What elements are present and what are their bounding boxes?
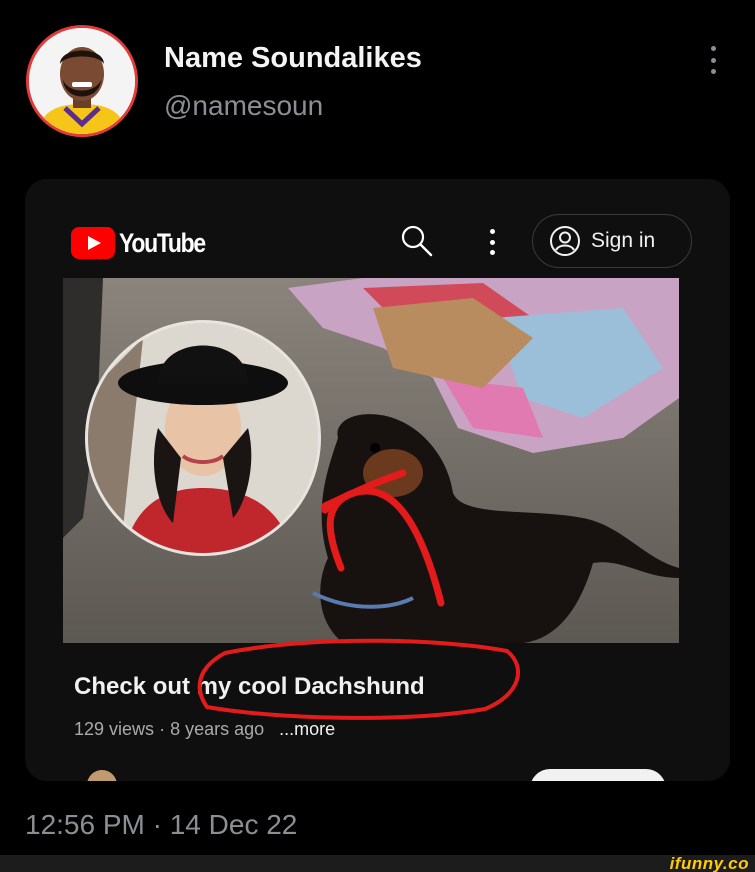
youtube-play-icon: [71, 227, 115, 259]
video-metadata: 129 views · 8 years ago ...more: [74, 719, 335, 740]
meta-separator: ·: [159, 719, 171, 739]
subscribe-button[interactable]: [530, 769, 666, 781]
video-thumbnail[interactable]: [63, 278, 679, 643]
thumbnail-image: [63, 278, 679, 643]
youtube-wordmark: YouTube: [119, 227, 206, 258]
channel-avatar[interactable]: [87, 770, 117, 781]
more-options-icon[interactable]: [700, 42, 726, 78]
sign-in-label: Sign in: [591, 229, 656, 252]
account-icon: [550, 226, 580, 256]
display-name[interactable]: Name Soundalikes: [164, 42, 422, 75]
tweet-timestamp[interactable]: 12:56 PM · 14 Dec 22: [25, 809, 297, 841]
watermark-logo: ifunny.co: [669, 854, 749, 872]
video-title[interactable]: Check out my cool Dachshund: [74, 673, 425, 701]
footer-bar: [0, 855, 755, 872]
upload-age: 8 years ago: [170, 719, 265, 739]
embedded-screenshot: YouTube Sign in Check out my cool Dachsh…: [25, 179, 730, 781]
more-link[interactable]: ...more: [279, 719, 335, 739]
avatar-photo: [29, 28, 135, 134]
youtube-logo[interactable]: YouTube: [71, 227, 220, 259]
search-icon[interactable]: [399, 223, 435, 259]
user-handle[interactable]: @namesoun: [164, 90, 323, 122]
kebab-menu-icon[interactable]: [483, 227, 501, 257]
profile-avatar[interactable]: [26, 25, 138, 137]
view-count: 129 views: [74, 719, 155, 739]
sign-in-button[interactable]: Sign in: [532, 214, 692, 268]
